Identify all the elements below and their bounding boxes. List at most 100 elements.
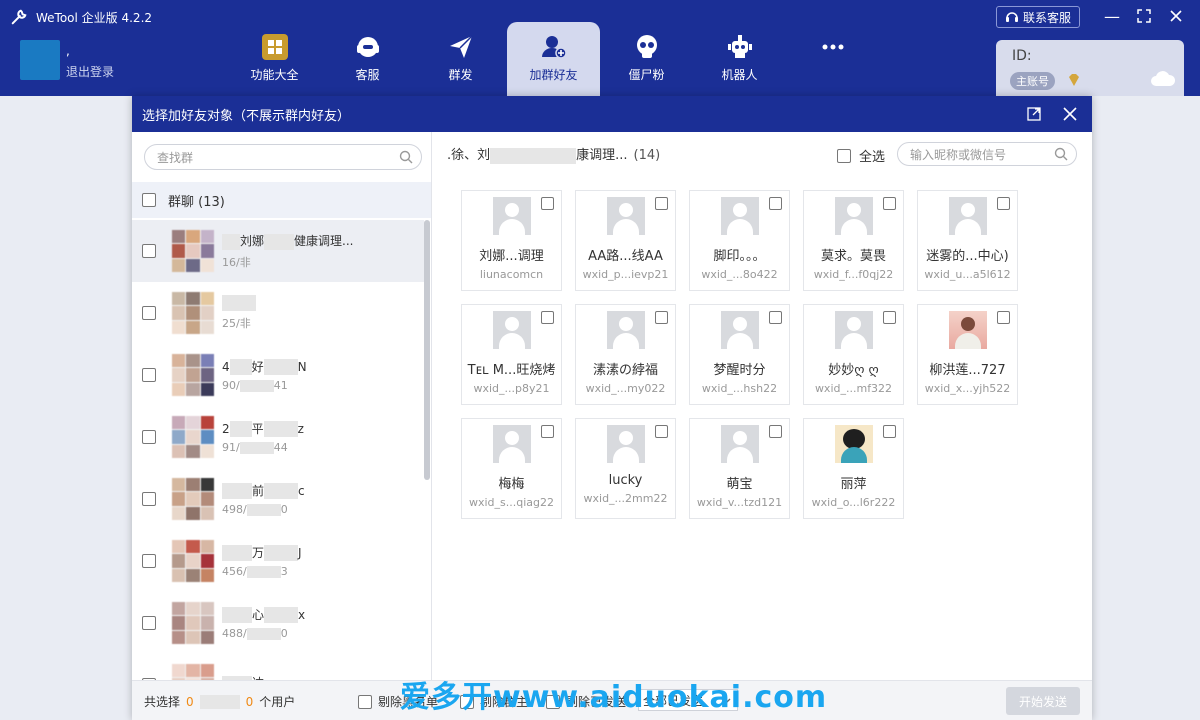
group-member-count: 488/0 xyxy=(222,627,288,641)
member-card[interactable]: 丽萍 wxid_o...l6r222 xyxy=(803,418,904,519)
group-row[interactable]: 刘娜 健康调理... 16/非 xyxy=(132,220,424,282)
member-checkbox[interactable] xyxy=(769,425,782,438)
member-card[interactable]: lucky wxid_...2mm22 xyxy=(575,418,676,519)
group-name: 万J xyxy=(222,544,302,562)
group-search-input[interactable]: 查找群 xyxy=(144,144,422,170)
group-checkbox[interactable] xyxy=(142,430,156,444)
contact-support-label: 联系客服 xyxy=(1023,10,1072,25)
member-wxid: wxid_...mf322 xyxy=(814,382,893,395)
member-checkbox[interactable] xyxy=(655,197,668,210)
member-avatar xyxy=(492,197,531,235)
member-checkbox[interactable] xyxy=(655,425,668,438)
cloud-icon[interactable] xyxy=(1150,68,1176,88)
group-row[interactable]: 前 c 498/0 xyxy=(132,468,424,530)
nav-broadcast[interactable]: 群发 xyxy=(414,22,507,96)
group-row[interactable]: 达 xyxy=(132,654,424,680)
maximize-icon[interactable] xyxy=(1134,6,1154,26)
group-checkbox[interactable] xyxy=(142,306,156,320)
app-title: WeTool 企业版 4.2.2 xyxy=(36,10,153,25)
group-list-scrollbar[interactable] xyxy=(424,220,430,480)
member-card[interactable]: 迷雾的...中心) wxid_u...a5l612 xyxy=(917,190,1018,291)
contact-support-button[interactable]: 联系客服 xyxy=(996,6,1081,28)
member-checkbox[interactable] xyxy=(769,311,782,324)
member-card[interactable]: AA路...线AA wxid_p...ievp21 xyxy=(575,190,676,291)
member-card[interactable]: 萌宝 wxid_v...tzd121 xyxy=(689,418,790,519)
headset-icon xyxy=(1006,12,1018,22)
member-wxid: wxid_...my022 xyxy=(585,382,666,395)
member-checkbox[interactable] xyxy=(997,197,1010,210)
member-wxid: wxid_...p8y21 xyxy=(473,382,550,395)
nav-label: 机器人 xyxy=(721,68,758,82)
member-card[interactable]: 柳洪莲...727 wxid_x...yjh522 xyxy=(917,304,1018,405)
expand-icon[interactable] xyxy=(1024,104,1044,124)
main-nav: 功能大全 客服 群发 加群好友 僵尸粉 机器人 xyxy=(228,22,879,96)
close-icon[interactable] xyxy=(1166,6,1186,26)
member-avatar xyxy=(834,197,873,235)
member-card[interactable]: 梦醒时分 wxid_...hsh22 xyxy=(689,304,790,405)
member-card[interactable]: Tᴇʟ M...旺烧烤 wxid_...p8y21 xyxy=(461,304,562,405)
group-checkbox[interactable] xyxy=(142,616,156,630)
nav-label: 客服 xyxy=(355,68,380,82)
group-checkbox[interactable] xyxy=(142,368,156,382)
group-row[interactable]: 2 平 z 91/44 xyxy=(132,406,424,468)
group-row[interactable]: 25/非 xyxy=(132,282,424,344)
member-avatar xyxy=(834,425,873,463)
member-checkbox[interactable] xyxy=(883,311,896,324)
select-all-label: 全选 xyxy=(859,150,886,165)
member-name: 迷雾的...中心) xyxy=(926,249,1009,264)
select-all-members[interactable]: 全选 xyxy=(837,146,885,165)
search-icon[interactable] xyxy=(1054,147,1068,161)
nav-add-friends[interactable]: 加群好友 xyxy=(507,22,600,96)
member-card[interactable]: 脚印。。。 wxid_...8o422 xyxy=(689,190,790,291)
search-icon[interactable] xyxy=(399,150,413,164)
group-avatar xyxy=(172,416,214,458)
member-name: 妙妙ღ ღ xyxy=(828,363,879,378)
member-checkbox[interactable] xyxy=(883,197,896,210)
group-row[interactable]: 万 J 456/3 xyxy=(132,530,424,592)
member-card[interactable]: 刘娜...调理 liunacomcn xyxy=(461,190,562,291)
avatar[interactable] xyxy=(20,40,60,80)
grid-icon xyxy=(260,32,290,62)
nav-service[interactable]: 客服 xyxy=(321,22,414,96)
member-card[interactable]: 梅梅 wxid_s...qiag22 xyxy=(461,418,562,519)
member-search-input[interactable]: 输入昵称或微信号 xyxy=(897,142,1077,166)
dialog-close-icon[interactable] xyxy=(1060,104,1080,124)
member-checkbox[interactable] xyxy=(769,197,782,210)
group-checkbox[interactable] xyxy=(142,554,156,568)
nav-zombie-fans[interactable]: 僵尸粉 xyxy=(600,22,693,96)
minimize-icon[interactable]: — xyxy=(1102,6,1122,26)
group-name: 前c xyxy=(222,482,305,500)
member-card[interactable]: 妙妙ღ ღ wxid_...mf322 xyxy=(803,304,904,405)
member-wxid: wxid_...hsh22 xyxy=(701,382,778,395)
member-checkbox[interactable] xyxy=(541,197,554,210)
group-avatar xyxy=(172,602,214,644)
group-checkbox[interactable] xyxy=(142,244,156,258)
select-all-groups-checkbox[interactable] xyxy=(142,193,156,207)
dialog-header: 选择加好友对象（不展示群内好友） xyxy=(132,96,1092,132)
group-row[interactable]: 4 好 N 90/41 xyxy=(132,344,424,406)
more-icon xyxy=(818,32,848,62)
select-all-checkbox[interactable] xyxy=(837,148,851,163)
nav-more[interactable] xyxy=(786,22,879,96)
member-wxid: wxid_s...qiag22 xyxy=(468,496,555,509)
nav-label: 僵尸粉 xyxy=(628,68,665,82)
start-send-button[interactable]: 开始发送 xyxy=(1006,687,1080,715)
nav-robot[interactable]: 机器人 xyxy=(693,22,786,96)
member-checkbox[interactable] xyxy=(541,425,554,438)
group-checkbox[interactable] xyxy=(142,492,156,506)
nav-label: 功能大全 xyxy=(250,68,299,82)
member-checkbox[interactable] xyxy=(997,311,1010,324)
member-name: 丽萍 xyxy=(840,477,867,492)
group-row[interactable]: 心 x 488/0 xyxy=(132,592,424,654)
group-header-label: 群聊 (13) xyxy=(168,194,225,210)
member-checkbox[interactable] xyxy=(655,311,668,324)
member-checkbox[interactable] xyxy=(541,311,554,324)
member-card[interactable]: 溸溸の綍福 wxid_...my022 xyxy=(575,304,676,405)
group-name: 4好N xyxy=(222,359,307,376)
member-card[interactable]: 莫求。莫畏 wxid_f...f0qj22 xyxy=(803,190,904,291)
group-avatar xyxy=(172,664,214,680)
nav-features[interactable]: 功能大全 xyxy=(228,22,321,96)
member-checkbox[interactable] xyxy=(883,425,896,438)
logout-link[interactable]: 退出登录 xyxy=(66,63,114,80)
exclude-blacklist-checkbox[interactable] xyxy=(358,694,372,709)
